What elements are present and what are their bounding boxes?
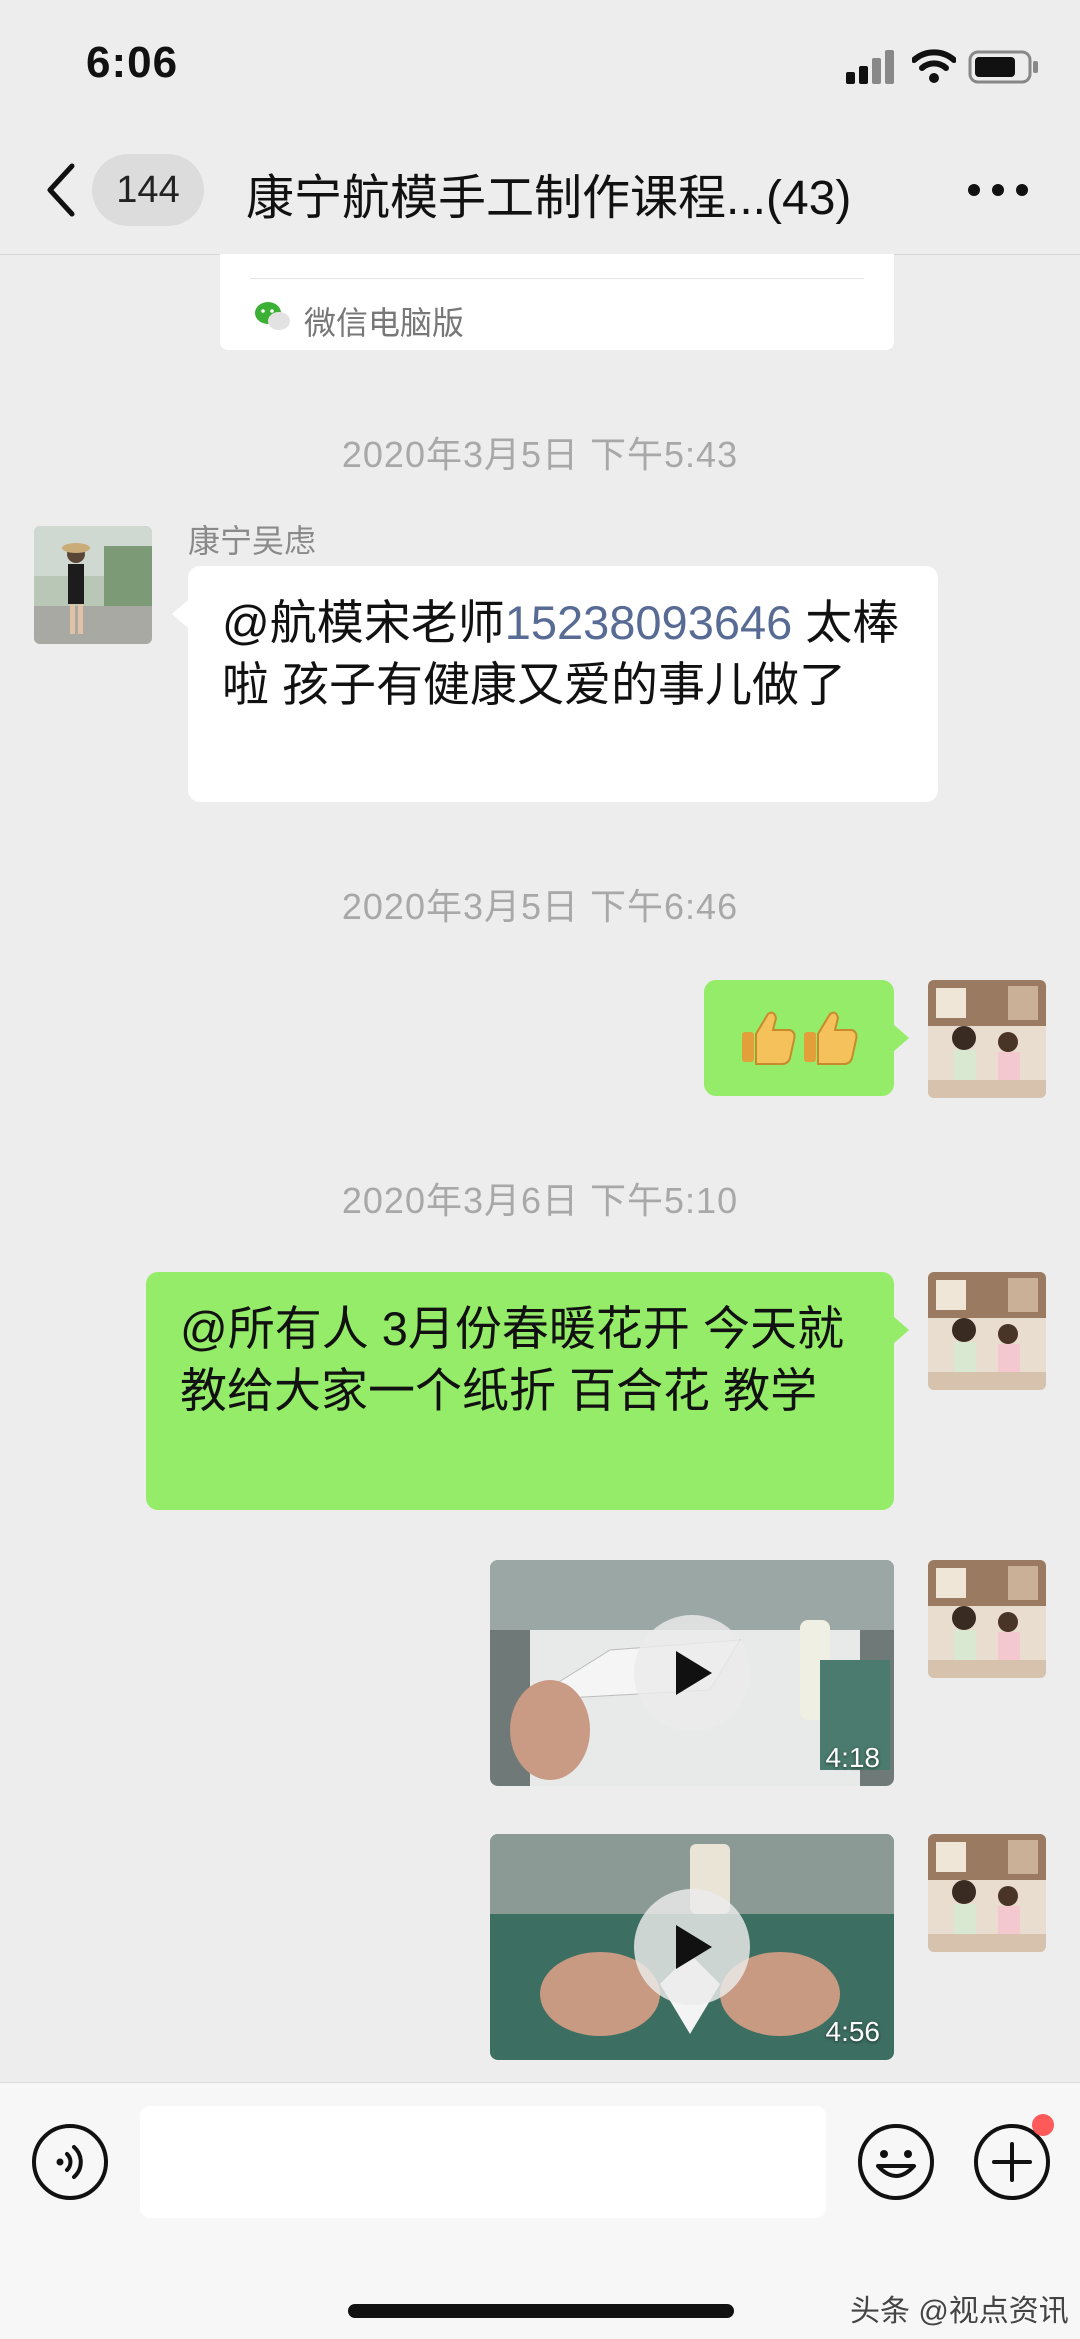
timestamp: 2020年3月6日 下午5:10 xyxy=(341,1180,739,1221)
play-icon xyxy=(676,1925,712,1969)
card-source-label: 微信电脑版 xyxy=(304,305,465,341)
message-bubble[interactable]: @所有人 3月份春暖花开 今天就教给大家一个纸折 百合花 教学 xyxy=(146,1272,894,1510)
more-dots-icon[interactable] xyxy=(968,184,1028,198)
phone-link[interactable]: 15238093646 xyxy=(505,596,793,649)
voice-icon[interactable] xyxy=(30,2122,110,2202)
my-avatar[interactable] xyxy=(928,1834,1046,1952)
thumbs-up-icon xyxy=(742,1011,858,1065)
bubble-tail xyxy=(893,1024,909,1052)
emoji-icon[interactable] xyxy=(856,2122,936,2202)
my-avatar[interactable] xyxy=(928,980,1046,1098)
back-button[interactable] xyxy=(40,158,84,222)
battery-icon xyxy=(968,50,1038,84)
video-duration: 4:18 xyxy=(825,1742,881,1773)
home-indicator[interactable] xyxy=(348,2304,734,2318)
video-duration: 4:56 xyxy=(825,2016,881,2047)
timestamp: 2020年3月5日 下午5:43 xyxy=(341,434,739,475)
bubble-tail xyxy=(172,600,188,628)
chat-title: 康宁航模手工制作课程...(43) xyxy=(246,172,852,225)
bubble-tail xyxy=(893,1316,909,1344)
mention[interactable]: @航模宋老师 xyxy=(222,596,505,649)
wechat-icon xyxy=(255,302,290,330)
my-avatar[interactable] xyxy=(928,1272,1046,1390)
signal-icon xyxy=(846,50,896,84)
card-divider xyxy=(250,278,864,279)
avatar[interactable] xyxy=(34,526,152,644)
sender-name: 康宁吴虑 xyxy=(188,523,317,559)
my-avatar[interactable] xyxy=(928,1560,1046,1678)
video-message[interactable]: 4:18 xyxy=(490,1560,894,1786)
play-icon xyxy=(676,1651,712,1695)
notification-dot xyxy=(1032,2114,1054,2136)
unread-count-badge[interactable]: 144 xyxy=(92,154,204,226)
play-button[interactable] xyxy=(634,1615,750,1731)
message-bubble[interactable] xyxy=(704,980,894,1096)
message-bubble[interactable]: @航模宋老师15238093646 太棒啦 孩子有健康又爱的事儿做了 xyxy=(188,566,938,802)
timestamp: 2020年3月5日 下午6:46 xyxy=(341,886,739,927)
play-button[interactable] xyxy=(634,1889,750,2005)
shared-card[interactable]: 微信电脑版 xyxy=(220,254,894,350)
watermark: 头条 @视点资讯 xyxy=(850,2295,1069,2328)
wifi-icon xyxy=(912,49,956,83)
status-time: 6:06 xyxy=(86,38,179,87)
message-input[interactable] xyxy=(140,2106,826,2218)
video-message[interactable]: 4:56 xyxy=(490,1834,894,2060)
